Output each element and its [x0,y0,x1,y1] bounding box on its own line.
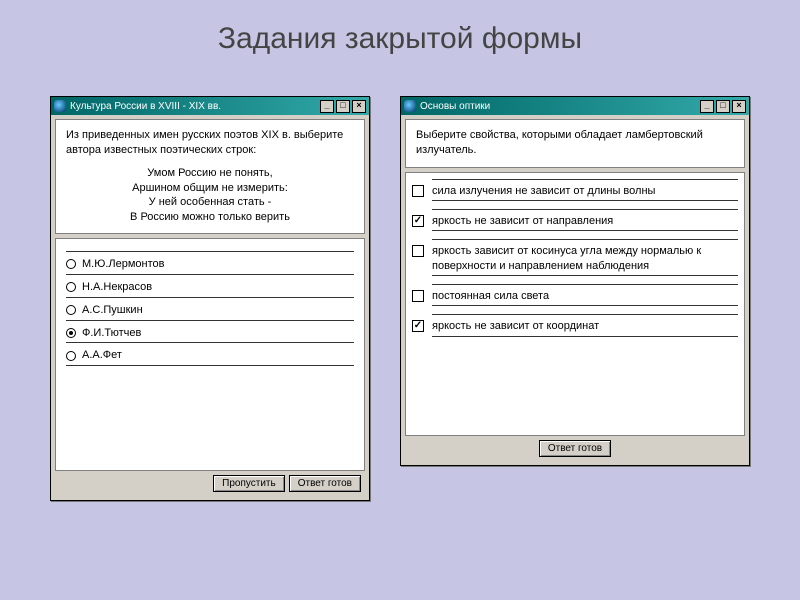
checkbox-icon [412,215,424,227]
radio-options: М.Ю.Лермонтов Н.А.Некрасов А.С.Пушкин Ф.… [55,238,365,471]
radio-label: Н.А.Некрасов [82,280,152,295]
checkbox-label: яркость не зависит от направления [432,209,738,231]
windows-container: Культура России в XVIII - XIX вв. _ □ × … [0,56,800,501]
poem-line: Аршином общим не измерить: [66,181,354,196]
radio-option[interactable]: М.Ю.Лермонтов [66,251,354,275]
window-controls: _ □ × [700,100,746,113]
question-panel: Выберите свойства, которыми обладает лам… [405,119,745,168]
slide-title: Задания закрытой формы [0,0,800,56]
radio-label: М.Ю.Лермонтов [82,257,164,272]
poem-line: У ней особенная стать - [66,195,354,210]
submit-button[interactable]: Ответ готов [289,475,361,492]
checkbox-icon [412,290,424,302]
radio-option[interactable]: А.С.Пушкин [66,298,354,321]
checkbox-option[interactable]: постоянная сила света [412,282,738,308]
close-button[interactable]: × [732,100,746,113]
checkbox-option[interactable]: яркость не зависит от направления [412,207,738,233]
app-icon [404,100,416,112]
close-button[interactable]: × [352,100,366,113]
radio-icon [66,259,76,269]
checkbox-option[interactable]: сила излучения не зависит от длины волны [412,177,738,203]
radio-icon [66,351,76,361]
minimize-button[interactable]: _ [700,100,714,113]
question-text: Выберите свойства, которыми обладает лам… [416,128,734,159]
window-optics: Основы оптики _ □ × Выберите свойства, к… [400,96,750,466]
button-bar: Пропустить Ответ готов [55,471,365,496]
radio-icon [66,328,76,338]
window-culture: Культура России в XVIII - XIX вв. _ □ × … [50,96,370,501]
checkbox-option[interactable]: яркость не зависит от координат [412,312,738,338]
radio-label: А.А.Фет [82,348,122,363]
checkbox-icon [412,185,424,197]
checkbox-icon [412,245,424,257]
window-body: Из приведенных имен русских поэтов XIX в… [51,115,369,500]
radio-label: А.С.Пушкин [82,303,143,318]
skip-button[interactable]: Пропустить [213,475,285,492]
poem-line: Умом Россию не понять, [66,166,354,181]
checkbox-icon [412,320,424,332]
radio-option[interactable]: Ф.И.Тютчев [66,321,354,344]
radio-option[interactable]: Н.А.Некрасов [66,275,354,298]
poem-line: В Россию можно только верить [66,210,354,225]
window-title: Основы оптики [420,101,700,112]
checkbox-label: яркость не зависит от координат [432,314,738,336]
radio-icon [66,305,76,315]
checkbox-label: яркость зависит от косинуса угла между н… [432,239,738,276]
checkbox-option[interactable]: яркость зависит от косинуса угла между н… [412,237,738,278]
question-text: Из приведенных имен русских поэтов XIX в… [66,128,354,158]
radio-option[interactable]: А.А.Фет [66,343,354,366]
titlebar: Основы оптики _ □ × [401,97,749,115]
button-bar: Ответ готов [405,436,745,461]
checkbox-label: постоянная сила света [432,284,738,306]
submit-button[interactable]: Ответ готов [539,440,611,457]
window-body: Выберите свойства, которыми обладает лам… [401,115,749,465]
question-panel: Из приведенных имен русских поэтов XIX в… [55,119,365,234]
radio-label: Ф.И.Тютчев [82,326,141,341]
poem-block: Умом Россию не понять, Аршином общим не … [66,166,354,225]
minimize-button[interactable]: _ [320,100,334,113]
window-controls: _ □ × [320,100,366,113]
checkbox-options: сила излучения не зависит от длины волны… [405,172,745,436]
radio-icon [66,282,76,292]
titlebar: Культура России в XVIII - XIX вв. _ □ × [51,97,369,115]
window-title: Культура России в XVIII - XIX вв. [70,101,320,112]
maximize-button[interactable]: □ [336,100,350,113]
maximize-button[interactable]: □ [716,100,730,113]
app-icon [54,100,66,112]
checkbox-label: сила излучения не зависит от длины волны [432,179,738,201]
